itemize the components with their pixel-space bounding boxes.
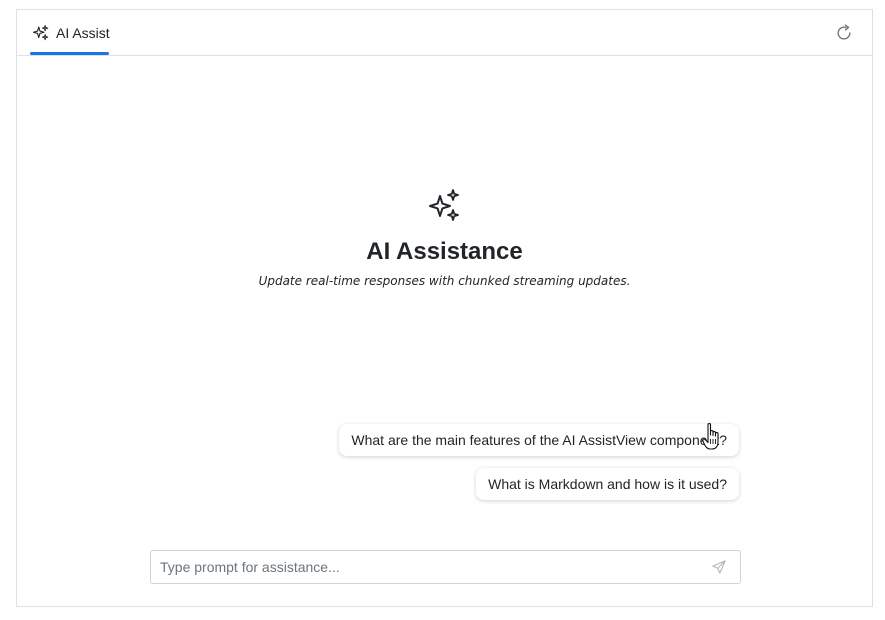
ai-assistview: AI Assist AI Assistance Update real-time…	[16, 9, 873, 607]
refresh-icon[interactable]	[834, 23, 854, 43]
welcome-banner: AI Assistance Update real-time responses…	[17, 188, 872, 288]
tab-ai-assist-label: AI Assist	[56, 25, 110, 41]
hand-pointer-icon	[702, 422, 719, 450]
suggestion-item[interactable]: What are the main features of the AI Ass…	[339, 424, 739, 456]
prompt-box	[150, 550, 741, 584]
sparkle-icon	[428, 189, 459, 221]
prompt-input[interactable]	[151, 551, 724, 583]
tab-active-indicator	[30, 52, 109, 55]
suggestion-item[interactable]: What is Markdown and how is it used?	[476, 468, 739, 500]
banner-subtitle: Update real-time responses with chunked …	[258, 274, 631, 288]
tab-ai-assist[interactable]: AI Assist	[30, 10, 112, 56]
send-icon[interactable]	[712, 560, 726, 574]
header-toolbar: AI Assist	[17, 10, 872, 56]
prompt-suggestions: What are the main features of the AI Ass…	[339, 424, 739, 500]
banner-title: AI Assistance	[366, 238, 523, 265]
sparkle-icon	[32, 25, 49, 41]
